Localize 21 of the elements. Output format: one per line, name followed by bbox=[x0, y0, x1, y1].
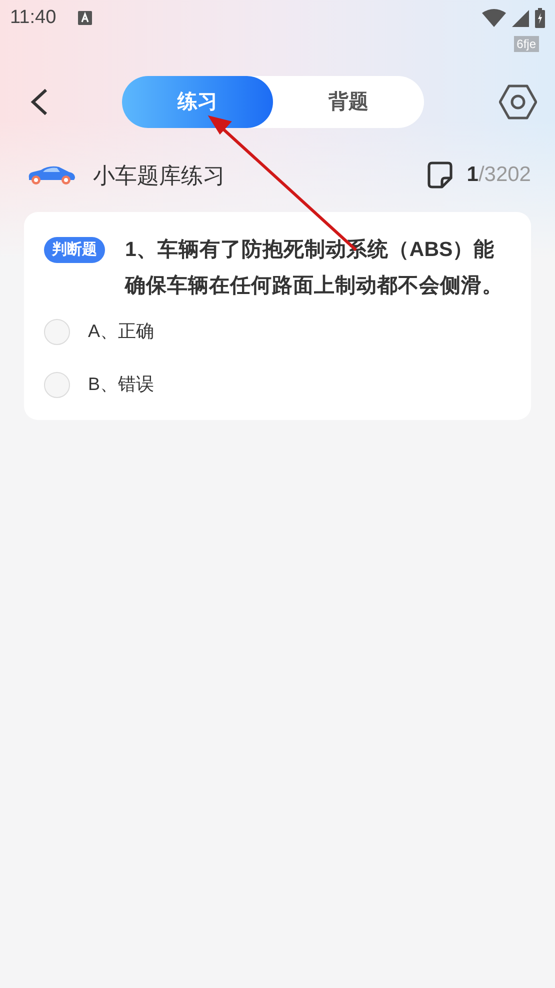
battery-icon bbox=[535, 8, 545, 28]
bank-title: 小车题库练习 bbox=[93, 162, 225, 190]
settings-button[interactable] bbox=[499, 83, 537, 121]
option-label: B、错误 bbox=[88, 373, 154, 396]
build-tag: 6fje bbox=[514, 36, 539, 52]
keyboard-icon bbox=[78, 11, 92, 25]
answer-option[interactable]: A、正确 bbox=[44, 318, 507, 345]
signal-icon bbox=[512, 10, 529, 26]
note-icon[interactable] bbox=[426, 161, 453, 189]
answer-option[interactable]: B、错误 bbox=[44, 371, 507, 398]
question-type-badge: 判断题 bbox=[44, 237, 105, 263]
car-icon bbox=[27, 165, 76, 185]
current-number: 1 bbox=[466, 162, 478, 188]
radio-button[interactable] bbox=[44, 372, 70, 398]
radio-button[interactable] bbox=[44, 318, 70, 344]
status-time: 11:40 bbox=[10, 6, 56, 30]
option-label: A、正确 bbox=[88, 320, 154, 343]
back-button[interactable] bbox=[30, 87, 50, 117]
total-count: /3202 bbox=[478, 162, 531, 188]
tab[interactable]: 背题 bbox=[273, 76, 424, 128]
wifi-icon bbox=[482, 9, 506, 27]
